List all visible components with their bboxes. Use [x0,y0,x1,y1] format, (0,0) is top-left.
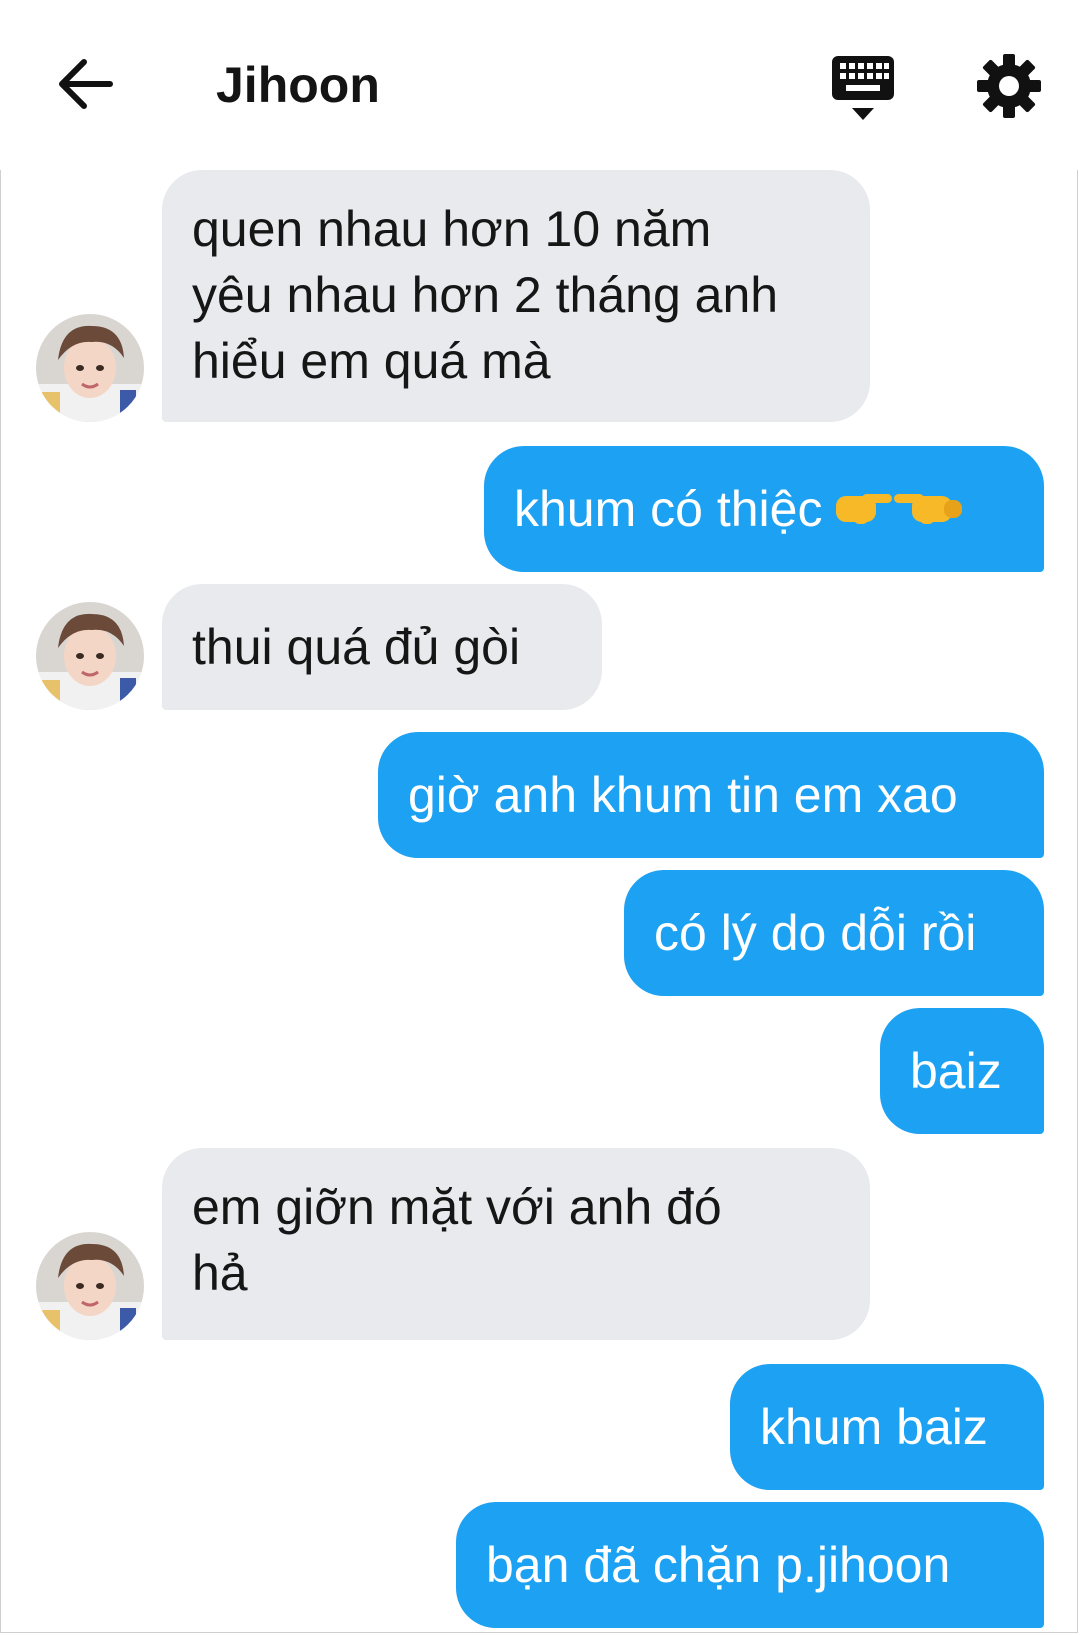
arrow-left-icon [59,59,113,109]
avatar[interactable] [36,602,144,710]
avatar-photo [36,602,144,710]
message-received[interactable]: thui quá đủ gòi [162,584,602,710]
chat-header: Jihoon [0,0,1080,170]
message-text: baiz [910,1043,1002,1099]
message-sent[interactable]: khum baiz [730,1364,1044,1490]
message-sent[interactable]: giờ anh khum tin em xao [378,732,1044,858]
gear-icon [977,54,1041,118]
pointing-hands-icon [834,480,970,546]
message-received[interactable]: quen nhau hơn 10 năm yêu nhau hơn 2 thán… [162,170,870,422]
message-text: quen nhau hơn 10 năm yêu nhau hơn 2 thán… [192,201,779,389]
keyboard-button[interactable] [828,52,898,124]
settings-button[interactable] [975,52,1043,120]
message-received[interactable]: em giỡn mặt với anh đó hả [162,1148,870,1340]
avatar[interactable] [36,314,144,422]
message-text: bạn đã chặn p.jihoon [486,1537,951,1593]
message-text: thui quá đủ gòi [192,619,521,675]
back-button[interactable] [52,50,122,120]
message-sent[interactable]: khum có thiệc [484,446,1044,572]
avatar-photo [36,1232,144,1340]
message-sent[interactable]: bạn đã chặn p.jihoon [456,1502,1044,1628]
avatar[interactable] [36,1232,144,1340]
message-text: em giỡn mặt với anh đó hả [192,1179,722,1301]
message-sent[interactable]: baiz [880,1008,1044,1134]
message-text: khum baiz [760,1399,988,1455]
avatar-photo [36,314,144,422]
message-text: khum có thiệc [514,481,823,537]
conversation-title: Jihoon [216,57,380,113]
keyboard-hide-icon [832,56,894,120]
message-sent[interactable]: có lý do dỗi rồi [624,870,1044,996]
message-text: có lý do dỗi rồi [654,905,977,961]
message-text: giờ anh khum tin em xao [408,767,958,823]
